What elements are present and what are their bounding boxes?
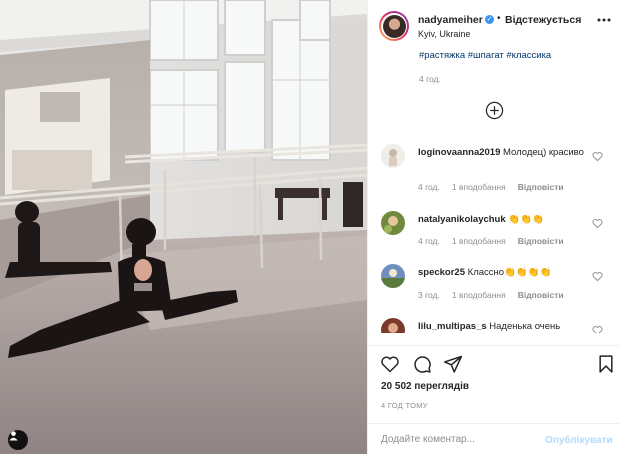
add-comment-section: Опублікувати — [368, 423, 620, 454]
comment-time[interactable]: 4 год. — [418, 236, 440, 246]
view-count[interactable]: 20 502 переглядів — [381, 381, 469, 392]
avatar-image — [381, 144, 405, 168]
plus-circle-icon[interactable] — [485, 101, 504, 120]
author-avatar[interactable] — [379, 11, 409, 41]
comment-meta: 4 год. 1 вподобання Відповісти — [418, 182, 576, 192]
heart-icon[interactable] — [592, 218, 603, 229]
comment-time[interactable]: 4 год. — [418, 182, 440, 192]
comment-username[interactable]: lilu_multipas_s — [418, 321, 487, 332]
heart-icon[interactable] — [592, 151, 603, 162]
comment-likes[interactable]: 1 вподобання — [452, 290, 506, 300]
comment-input[interactable] — [381, 434, 541, 445]
post-actions: 20 502 переглядів 4 ГОД ТОМУ Опублікуват… — [368, 345, 620, 454]
comment-body: Молодец) красиво — [500, 147, 584, 158]
avatar-border — [381, 13, 407, 39]
author-username[interactable]: nadyameiher — [418, 14, 483, 26]
comment-username[interactable]: speckor25 — [418, 267, 465, 278]
tagged-users-button[interactable] — [8, 430, 28, 450]
avatar-image — [381, 264, 405, 288]
comment-meta: 3 год. 1 вподобання Відповісти — [418, 290, 576, 300]
avatar-image — [381, 211, 405, 235]
reply-button[interactable]: Відповісти — [518, 236, 564, 246]
comment-meta: 4 год. 1 вподобання Відповісти — [418, 236, 576, 246]
following-button[interactable]: Відстежується — [505, 14, 581, 26]
comment-body: Классно👏👏👏👏 — [465, 267, 552, 278]
heart-icon[interactable] — [592, 271, 603, 282]
comment-text: speckor25 Классно👏👏👏👏 — [418, 266, 588, 280]
separator-dot: • — [497, 13, 501, 24]
author-avatar-image — [382, 14, 406, 38]
bookmark-icon[interactable] — [596, 354, 616, 374]
comment-username[interactable]: loginovaanna2019 — [418, 147, 500, 158]
post-details-panel: #растяжка #шпагат #классика 4 год. login… — [367, 0, 620, 454]
comment-username[interactable]: natalyanikolaychuk — [418, 214, 506, 225]
comment-time[interactable]: 3 год. — [418, 290, 440, 300]
comment-likes[interactable]: 1 вподобання — [452, 182, 506, 192]
post-header: nadyameiher ✓ • Відстежується Kyiv, Ukra… — [368, 0, 620, 52]
more-options-icon[interactable] — [596, 12, 612, 28]
comment-text: loginovaanna2019 Молодец) красиво — [418, 146, 588, 160]
avatar[interactable] — [381, 211, 405, 235]
comment-likes[interactable]: 1 вподобання — [452, 236, 506, 246]
verified-badge-icon: ✓ — [485, 15, 494, 24]
avatar[interactable] — [381, 144, 405, 168]
publish-button[interactable]: Опублікувати — [545, 435, 613, 446]
location-link[interactable]: Kyiv, Ukraine — [418, 29, 470, 39]
avatar[interactable] — [381, 264, 405, 288]
post-media-video[interactable] — [0, 0, 367, 454]
person-icon — [9, 431, 18, 441]
comment-text: natalyanikolaychuk 👏👏👏 — [418, 213, 588, 227]
reply-button[interactable]: Відповісти — [518, 290, 564, 300]
caption-time: 4 год. — [419, 74, 441, 84]
comments-fade — [368, 333, 620, 345]
dance-studio-video-frame — [0, 0, 367, 454]
heart-icon[interactable] — [380, 354, 400, 374]
post-timestamp[interactable]: 4 ГОД ТОМУ — [381, 401, 428, 410]
share-icon[interactable] — [443, 354, 463, 374]
comment-icon[interactable] — [412, 354, 432, 374]
reply-button[interactable]: Відповісти — [518, 182, 564, 192]
comment-body: 👏👏👏 — [505, 214, 544, 225]
